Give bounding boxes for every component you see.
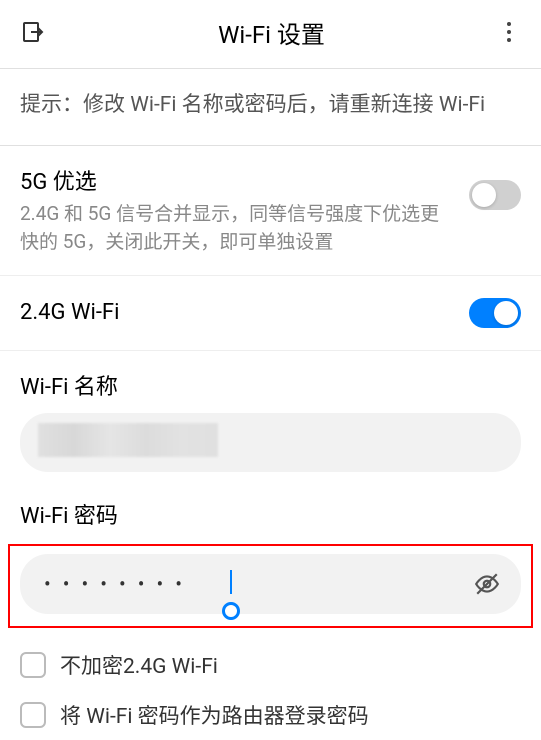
- export-icon[interactable]: [20, 19, 46, 45]
- use-as-router-label: 将 Wi-Fi 密码作为路由器登录密码: [60, 700, 369, 730]
- no-encrypt-checkbox[interactable]: [20, 652, 46, 678]
- wifi-password-input[interactable]: ••••••••: [20, 554, 521, 614]
- no-encrypt-label: 不加密2.4G Wi-Fi: [60, 650, 218, 680]
- checkbox-section: 不加密2.4G Wi-Fi 将 Wi-Fi 密码作为路由器登录密码: [0, 628, 541, 740]
- use-as-router-row[interactable]: 将 Wi-Fi 密码作为路由器登录密码: [0, 690, 541, 740]
- password-highlight-box: ••••••••: [8, 544, 533, 628]
- wifi-name-section: Wi-Fi 名称: [0, 351, 541, 480]
- wifi-24g-title: 2.4G Wi-Fi: [20, 300, 119, 325]
- more-icon[interactable]: [497, 20, 521, 44]
- wifi-password-label: Wi-Fi 密码: [20, 498, 521, 530]
- redacted-overlay: [38, 423, 218, 457]
- text-cursor: [230, 570, 232, 594]
- prefer-5g-title: 5G 优选: [20, 164, 453, 196]
- page-title: Wi-Fi 设置: [46, 15, 497, 50]
- tip-section: 提示：修改 Wi-Fi 名称或密码后，请重新连接 Wi-Fi: [0, 69, 541, 146]
- use-as-router-checkbox[interactable]: [20, 702, 46, 728]
- prefer-5g-toggle[interactable]: [469, 180, 521, 210]
- wifi-24g-toggle[interactable]: [469, 298, 521, 328]
- password-masked-text: ••••••••: [44, 572, 194, 596]
- eye-off-icon[interactable]: [473, 570, 501, 598]
- tip-text: 提示：修改 Wi-Fi 名称或密码后，请重新连接 Wi-Fi: [20, 89, 521, 123]
- wifi-24g-row: 2.4G Wi-Fi: [0, 276, 541, 351]
- prefer-5g-desc: 2.4G 和 5G 信号合并显示，同等信号强度下优选更快的 5G，关闭此开关，即…: [20, 200, 453, 257]
- wifi-password-section: Wi-Fi 密码: [0, 480, 541, 544]
- wifi-name-label: Wi-Fi 名称: [20, 369, 521, 401]
- cursor-handle[interactable]: [222, 602, 240, 620]
- header: Wi-Fi 设置: [0, 0, 541, 64]
- prefer-5g-row: 5G 优选 2.4G 和 5G 信号合并显示，同等信号强度下优选更快的 5G，关…: [0, 146, 541, 276]
- no-encrypt-row[interactable]: 不加密2.4G Wi-Fi: [0, 640, 541, 690]
